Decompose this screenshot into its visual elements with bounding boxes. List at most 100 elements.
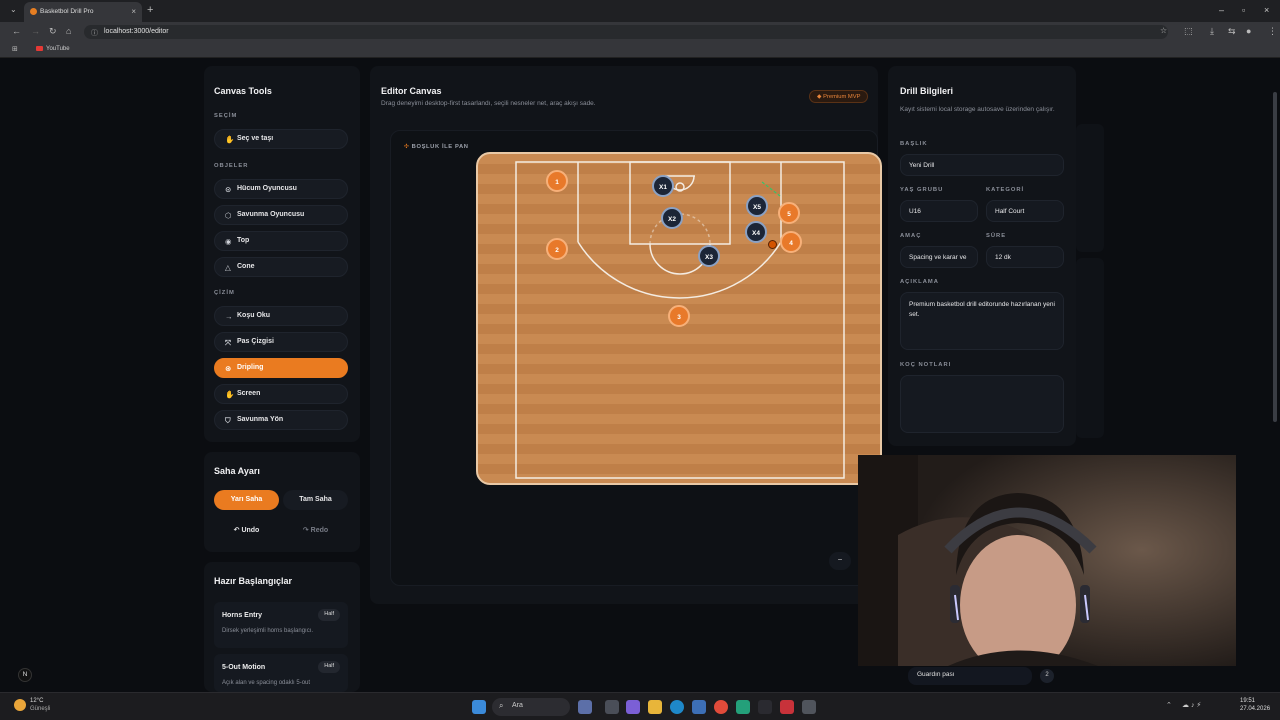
app-icon[interactable] bbox=[802, 700, 816, 714]
offense-player-5[interactable]: 5 bbox=[778, 202, 800, 224]
n-logo-icon[interactable]: N bbox=[18, 668, 32, 682]
task-view-icon[interactable] bbox=[578, 700, 592, 714]
half-court-button[interactable]: Yarı Saha bbox=[214, 490, 279, 510]
reload-icon[interactable]: ↻ bbox=[49, 26, 57, 37]
undo-button[interactable]: ↶ Undo bbox=[214, 520, 279, 540]
copilot-icon[interactable] bbox=[626, 700, 640, 714]
download-icon[interactable]: ⤓ bbox=[1210, 26, 1214, 37]
preset-tag: Half bbox=[318, 609, 340, 621]
tool-screen[interactable]: ✋ Screen bbox=[214, 384, 348, 404]
weather-icon[interactable] bbox=[14, 699, 26, 711]
screen-icon: ✋ bbox=[225, 390, 235, 399]
preset-card[interactable]: Horns Entry Half Dirsek yerleşimli horns… bbox=[214, 602, 348, 648]
site-info-icon[interactable]: ⓘ bbox=[91, 28, 98, 38]
maximize-icon[interactable]: ▫ bbox=[1242, 5, 1245, 15]
preset-tag: Half bbox=[318, 661, 340, 673]
offense-player-3[interactable]: 3 bbox=[668, 305, 690, 327]
extensions-icon[interactable]: ⬚ bbox=[1184, 26, 1193, 37]
tool-defense-player[interactable]: ⬡ Savunma Oyuncusu bbox=[214, 205, 348, 225]
preset-card[interactable]: 5-Out Motion Half Açık alan ve spacing o… bbox=[214, 654, 348, 692]
offense-player-2[interactable]: 2 bbox=[546, 238, 568, 260]
home-icon[interactable]: ⌂ bbox=[66, 26, 71, 36]
url-text: localhost:3000/editor bbox=[104, 28, 169, 35]
defense-player-x4[interactable]: X4 bbox=[745, 221, 767, 243]
tool-cone[interactable]: △ Cone bbox=[214, 257, 348, 277]
tool-label: Screen bbox=[237, 390, 261, 397]
search-label: Ara bbox=[512, 702, 523, 709]
tool-dribbling[interactable]: ⊛ Dripling bbox=[214, 358, 348, 378]
tab-close-icon[interactable]: × bbox=[131, 7, 136, 16]
title-input[interactable]: Yeni Drill bbox=[900, 154, 1064, 176]
tool-offense-player[interactable]: ⊙ Hücum Oyuncusu bbox=[214, 179, 348, 199]
tab-list-icon[interactable]: ⌄ bbox=[10, 5, 17, 14]
background-card bbox=[1076, 258, 1104, 438]
menu-icon[interactable]: ⋮ bbox=[1268, 26, 1277, 37]
forward-icon[interactable]: → bbox=[31, 26, 40, 36]
bookmark-star-icon[interactable]: ☆ bbox=[1160, 26, 1167, 35]
tool-ball[interactable]: ◉ Top bbox=[214, 231, 348, 251]
tool-pass-line[interactable]: ⤧ Pas Çizgisi bbox=[214, 332, 348, 352]
tray-icons[interactable]: ☁ ♪ ⚡ bbox=[1182, 701, 1201, 709]
bookmark-youtube[interactable]: YouTube bbox=[36, 46, 70, 52]
section-selection: SEÇİM bbox=[214, 113, 238, 119]
zoom-out-button[interactable]: − bbox=[829, 552, 851, 570]
preset-desc: Açık alan ve spacing odaklı 5-out bbox=[222, 680, 311, 686]
duration-input[interactable]: 12 dk bbox=[986, 246, 1064, 268]
file-explorer-icon[interactable] bbox=[648, 700, 662, 714]
goal-input[interactable]: Spacing ve karar ve bbox=[900, 246, 978, 268]
tool-defense-direction[interactable]: ⛉ Savunma Yön bbox=[214, 410, 348, 430]
defense-player-x1[interactable]: X1 bbox=[652, 175, 674, 197]
offense-player-4[interactable]: 4 bbox=[780, 231, 802, 253]
tool-label: Top bbox=[237, 237, 250, 244]
store-icon[interactable] bbox=[692, 700, 706, 714]
defense-player-x5[interactable]: X5 bbox=[746, 195, 768, 217]
age-group-input[interactable]: U16 bbox=[900, 200, 978, 222]
badge-label: Premium MVP bbox=[823, 94, 861, 100]
preset-name: 5-Out Motion bbox=[222, 664, 266, 671]
bookmarks-bar: ⊞ YouTube bbox=[0, 42, 1280, 58]
basketball-court[interactable]: 1 2 3 4 5 X1 X2 X3 X4 X5 bbox=[476, 152, 882, 485]
step-item[interactable]: Guardın pası bbox=[908, 667, 1032, 685]
browser-tab[interactable]: Basketbol Drill Pro × bbox=[24, 2, 142, 22]
category-input[interactable]: Half Court bbox=[986, 200, 1064, 222]
apps-icon[interactable]: ⊞ bbox=[12, 45, 18, 53]
redo-icon: ↷ bbox=[302, 527, 311, 534]
page-scrollbar[interactable] bbox=[1272, 62, 1278, 692]
full-court-button[interactable]: Tam Saha bbox=[283, 490, 348, 510]
chrome-icon[interactable] bbox=[714, 700, 728, 714]
defense-player-x2[interactable]: X2 bbox=[661, 207, 683, 229]
bookmark-label: YouTube bbox=[46, 46, 70, 52]
three-point-arc bbox=[577, 241, 782, 299]
defense-player-x3[interactable]: X3 bbox=[698, 245, 720, 267]
redo-label: Redo bbox=[310, 527, 329, 534]
coach-notes-textarea[interactable] bbox=[900, 375, 1064, 433]
tab-title: Basketbol Drill Pro bbox=[40, 8, 94, 15]
app-icon[interactable] bbox=[780, 700, 794, 714]
label-coach-notes: KOÇ NOTLARI bbox=[900, 362, 952, 368]
back-icon[interactable]: ← bbox=[12, 26, 21, 36]
tray-chevron-icon[interactable]: ⌃ bbox=[1166, 701, 1172, 709]
edge-icon[interactable] bbox=[670, 700, 684, 714]
redo-button[interactable]: ↷ Redo bbox=[283, 520, 348, 540]
description-textarea[interactable]: Premium basketbol drill editorunde hazır… bbox=[900, 292, 1064, 350]
url-field[interactable]: ⓘ localhost:3000/editor bbox=[84, 25, 1168, 39]
offense-player-1[interactable]: 1 bbox=[546, 170, 568, 192]
presets-title: Hazır Başlangıçlar bbox=[214, 576, 293, 586]
cast-icon[interactable]: ⇆ bbox=[1228, 26, 1236, 37]
step-number: 2 bbox=[1040, 669, 1054, 683]
app-icon[interactable] bbox=[758, 700, 772, 714]
preset-desc: Dirsek yerleşimli horns başlangıcı. bbox=[222, 628, 314, 634]
minimize-icon[interactable]: – bbox=[1219, 5, 1224, 15]
tool-select-move[interactable]: ✋ Seç ve taşı bbox=[214, 129, 348, 149]
start-icon[interactable] bbox=[472, 700, 486, 714]
new-tab-icon[interactable]: + bbox=[147, 4, 153, 16]
app-icon[interactable] bbox=[736, 700, 750, 714]
close-window-icon[interactable]: × bbox=[1264, 5, 1269, 15]
ball-icon[interactable] bbox=[768, 240, 777, 249]
widgets-icon[interactable] bbox=[605, 700, 619, 714]
search-icon: ⌕ bbox=[499, 701, 504, 710]
profile-icon[interactable]: ● bbox=[1246, 26, 1251, 36]
taskbar-search[interactable]: ⌕ Ara bbox=[492, 698, 570, 716]
scrollbar-thumb[interactable] bbox=[1273, 92, 1277, 422]
tool-run-arrow[interactable]: → Koşu Oku bbox=[214, 306, 348, 326]
